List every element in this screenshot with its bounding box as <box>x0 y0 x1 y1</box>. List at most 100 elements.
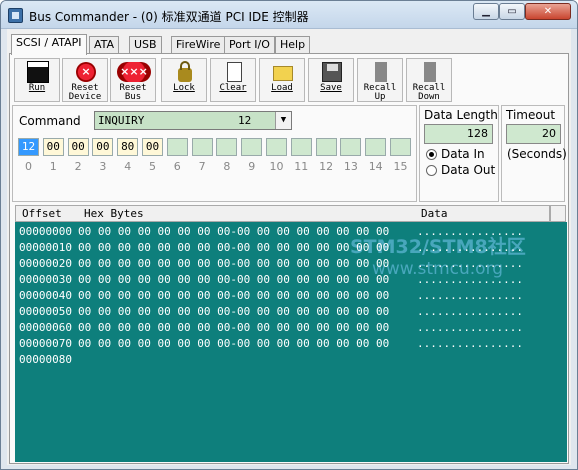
cdb-byte-index: 3 <box>99 160 107 173</box>
cdb-byte-index: 5 <box>149 160 156 173</box>
up-arrow-icon <box>375 62 387 82</box>
hex-row-bytes: 00 00 00 00 00 00 00 00-00 00 00 00 00 0… <box>78 305 390 318</box>
tab-help[interactable]: Help <box>275 36 311 54</box>
floppy-disk-icon <box>322 62 342 82</box>
timeout-field[interactable]: 20 <box>506 124 561 144</box>
cdb-byte-index: 9 <box>248 160 256 173</box>
chevron-down-icon[interactable]: ▼ <box>275 112 291 129</box>
hex-row-offset: 00000010 <box>19 241 72 254</box>
cdb-byte-index: 0 <box>25 160 32 173</box>
cdb-byte-field[interactable] <box>266 138 287 156</box>
hex-row-offset: 00000050 <box>19 305 72 318</box>
offset-column-header: Offset <box>22 207 62 220</box>
command-select[interactable]: INQUIRY 12 ▼ <box>94 111 292 130</box>
cdb-byte-field[interactable] <box>340 138 362 156</box>
hex-row-ascii: ................ <box>417 273 523 286</box>
hex-row: 00000080 <box>19 352 72 368</box>
run-button[interactable]: Run <box>14 58 60 102</box>
hex-row-offset: 00000040 <box>19 289 72 302</box>
cdb-byte-index: 6 <box>173 160 181 173</box>
reset-bus-label-2: Bus <box>124 92 142 102</box>
tab-usb[interactable]: USB <box>129 36 162 54</box>
hex-row-ascii: ................ <box>417 305 523 318</box>
data-out-radio[interactable] <box>426 165 437 176</box>
cdb-byte-field[interactable]: 00 <box>142 138 163 156</box>
hex-row-offset: 00000020 <box>19 257 72 270</box>
data-in-radio[interactable] <box>426 149 437 160</box>
hex-row-ascii: ................ <box>417 289 523 302</box>
client-area: SCSI / ATAPI ATA USB FireWire Port I/O H… <box>7 29 571 465</box>
recall-down-label-2: Down <box>418 92 440 102</box>
cdb-byte-field[interactable] <box>290 138 312 156</box>
cdb-byte-index: 13 <box>343 160 358 173</box>
reset-device-button[interactable]: × Reset Device <box>62 58 108 102</box>
data-length-label: Data Length <box>424 108 498 122</box>
load-label: Load <box>271 83 293 93</box>
cdb-byte-field[interactable]: 00 <box>67 138 89 156</box>
hex-row-offset: 00000060 <box>19 321 72 334</box>
cdb-byte-field[interactable] <box>365 138 387 156</box>
hex-row-bytes: 00 00 00 00 00 00 00 00-00 00 00 00 00 0… <box>78 321 390 334</box>
cdb-byte-field[interactable] <box>390 138 411 156</box>
hex-row-ascii: ................ <box>417 321 523 334</box>
maximize-button[interactable]: ▭ <box>499 3 525 20</box>
hex-row-bytes: 00 00 00 00 00 00 00 00-00 00 00 00 00 0… <box>78 273 390 286</box>
tab-firewire[interactable]: FireWire <box>171 36 226 54</box>
hex-row-ascii: ................ <box>417 225 523 238</box>
cdb-byte-field[interactable] <box>241 138 263 156</box>
cdb-byte-field[interactable]: 00 <box>92 138 114 156</box>
minimize-button[interactable]: ▁ <box>473 3 499 20</box>
load-button[interactable]: Load <box>259 58 305 102</box>
reset-bus-button[interactable]: ××× Reset Bus <box>110 58 156 102</box>
hex-row: 00000050 00 00 00 00 00 00 00 00-00 00 00… <box>19 304 523 320</box>
hex-row-bytes: 00 00 00 00 00 00 00 00-00 00 00 00 00 0… <box>78 337 390 350</box>
title-bar: Bus Commander - (0) 标准双通道 PCI IDE 控制器 ▁ … <box>1 1 577 29</box>
data-column-header: Data <box>421 207 448 220</box>
data-length-field[interactable]: 128 <box>424 124 493 144</box>
close-button[interactable]: ✕ <box>525 3 571 20</box>
hex-row-ascii: ................ <box>417 337 523 350</box>
multi-stop-icon: ××× <box>117 62 151 82</box>
cdb-byte-field[interactable] <box>166 138 188 156</box>
lock-button[interactable]: Lock <box>161 58 207 102</box>
hex-row-ascii: ................ <box>417 241 523 254</box>
app-icon <box>8 8 23 23</box>
tab-ata[interactable]: ATA <box>89 36 120 54</box>
hex-row-bytes: 00 00 00 00 00 00 00 00-00 00 00 00 00 0… <box>78 225 390 238</box>
recall-up-button[interactable]: Recall Up <box>357 58 403 102</box>
hex-row-offset: 00000000 <box>19 225 72 238</box>
clapperboard-icon <box>27 61 49 83</box>
cdb-byte-index: 10 <box>269 160 284 173</box>
command-label: Command <box>19 114 81 128</box>
save-button[interactable]: Save <box>308 58 354 102</box>
tab-port-io[interactable]: Port I/O <box>224 36 275 54</box>
save-label: Save <box>320 83 342 93</box>
cdb-byte-field[interactable]: 12 <box>18 138 39 156</box>
cdb-byte-index: 4 <box>124 160 132 173</box>
stop-icon: × <box>76 62 96 82</box>
cdb-byte-field[interactable] <box>315 138 337 156</box>
cdb-byte-field[interactable]: 00 <box>42 138 64 156</box>
scsi-atapi-panel: Run × Reset Device ××× Reset Bus Lock Clea… <box>9 53 569 464</box>
tab-scsi-atapi[interactable]: SCSI / ATAPI <box>11 34 87 55</box>
hex-row: 00000070 00 00 00 00 00 00 00 00-00 00 00… <box>19 336 523 352</box>
run-label: Run <box>28 83 46 93</box>
cdb-byte-field[interactable] <box>216 138 238 156</box>
hex-row: 00000000 00 00 00 00 00 00 00 00-00 00 00… <box>19 224 523 240</box>
clear-button[interactable]: Clear <box>210 58 256 102</box>
hex-row-bytes: 00 00 00 00 00 00 00 00-00 00 00 00 00 0… <box>78 241 390 254</box>
hex-row-ascii: ................ <box>417 257 523 270</box>
hex-row-offset: 00000080 <box>19 353 72 366</box>
header-scroll-corner <box>550 205 566 222</box>
hex-row-offset: 00000070 <box>19 337 72 350</box>
hex-dump-view[interactable]: STM32/STM8社区 www.stmcu.org 00000000 00 00… <box>15 222 567 462</box>
window-title: Bus Commander - (0) 标准双通道 PCI IDE 控制器 <box>29 10 309 24</box>
data-in-label: Data In <box>441 147 485 161</box>
hex-row: 00000020 00 00 00 00 00 00 00 00-00 00 00… <box>19 256 523 272</box>
cdb-byte-field[interactable] <box>191 138 213 156</box>
cdb-byte-field[interactable]: 80 <box>117 138 139 156</box>
lock-label: Lock <box>173 83 195 93</box>
cdb-byte-index: 12 <box>319 160 334 173</box>
recall-down-button[interactable]: Recall Down <box>406 58 452 102</box>
hex-row-bytes: 00 00 00 00 00 00 00 00-00 00 00 00 00 0… <box>78 289 390 302</box>
